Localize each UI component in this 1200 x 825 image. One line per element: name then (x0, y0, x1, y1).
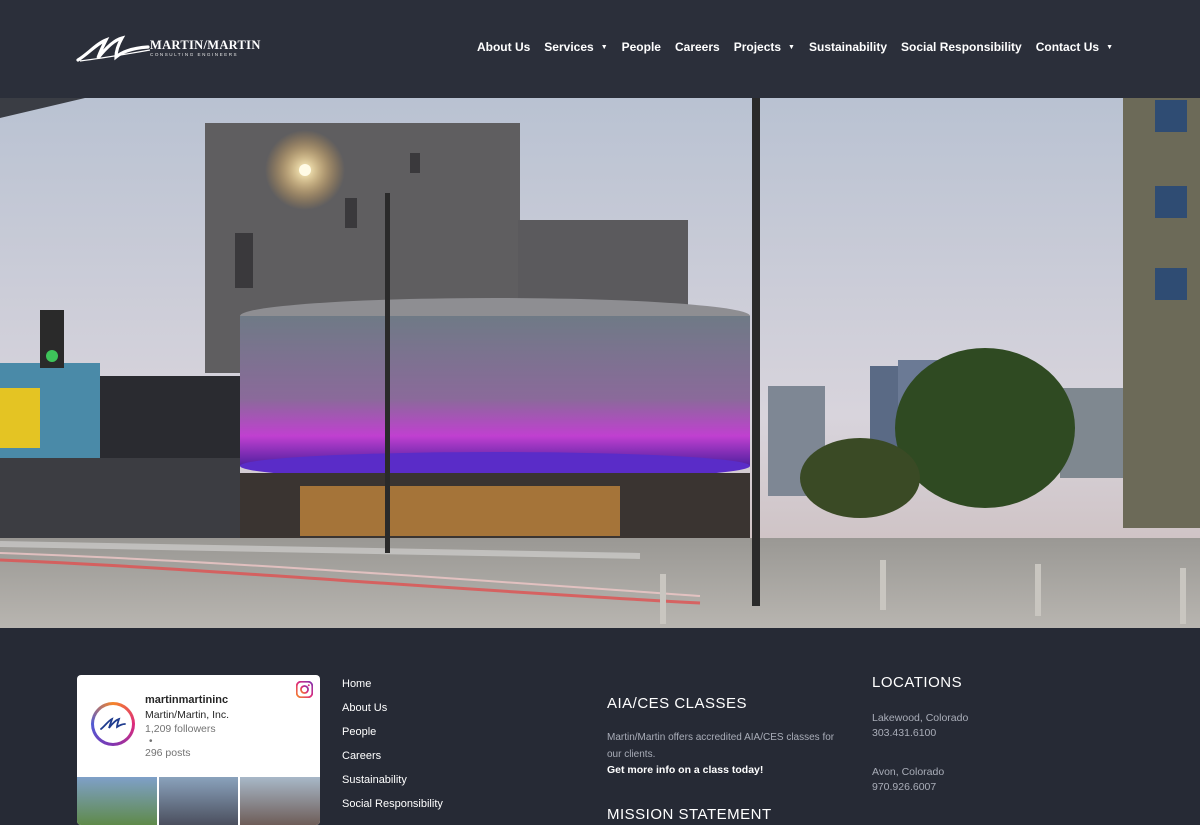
aia-section: AIA/CES CLASSES Martin/Martin offers acc… (607, 695, 847, 776)
nav-label: About Us (476, 40, 531, 54)
caret-down-icon: ▼ (1106, 43, 1113, 51)
location-phone[interactable]: 970.926.6007 (872, 781, 968, 793)
separator-dot: • (149, 736, 153, 747)
site-footer: martinmartininc Martin/Martin, Inc. 1,20… (0, 628, 1200, 825)
instagram-avatar[interactable] (91, 702, 135, 746)
caret-down-icon: ▼ (600, 43, 608, 51)
instagram-post-thumb[interactable] (240, 777, 320, 825)
instagram-handle[interactable]: martinmartininc (145, 694, 228, 706)
footer-link-people[interactable]: People (342, 725, 443, 749)
instagram-name: Martin/Martin, Inc. (145, 709, 230, 721)
location-city: Lakewood, Colorado (872, 712, 969, 724)
footer-links: Home About Us People Careers Sustainabil… (342, 677, 443, 821)
hero-image (0, 98, 1200, 628)
mission-section: MISSION STATEMENT (607, 806, 772, 823)
aia-description: Martin/Martin offers accredited AIA/CES … (607, 732, 835, 760)
instagram-thumbnails (77, 777, 320, 825)
mission-title: MISSION STATEMENT (607, 806, 772, 823)
nav-label: Projects (733, 40, 782, 54)
nav-projects[interactable]: Projects ▼ (727, 40, 802, 54)
nav-label: Careers (674, 40, 720, 54)
logo-m-mark-icon (100, 717, 126, 730)
nav-sustainability[interactable]: Sustainability (802, 40, 894, 54)
company-logo[interactable]: MARTIN/MARTIN CONSULTING ENGINEERS (76, 34, 260, 64)
logo-m-mark-icon (76, 35, 151, 62)
instagram-icon[interactable] (296, 681, 313, 698)
nav-label: Sustainability (808, 40, 888, 54)
nav-careers[interactable]: Careers (668, 40, 727, 54)
instagram-post-thumb[interactable] (77, 777, 157, 825)
logo-tagline: CONSULTING ENGINEERS (150, 52, 239, 57)
instagram-followers: 1,209 followers (145, 723, 216, 735)
footer-link-careers[interactable]: Careers (342, 749, 443, 773)
instagram-posts: 296 posts (145, 747, 191, 759)
logo-wordmark: MARTIN/MARTIN (150, 38, 261, 52)
footer-link-sustainability[interactable]: Sustainability (342, 773, 443, 797)
location-city: Avon, Colorado (872, 766, 945, 778)
nav-label: Services (544, 40, 594, 54)
nav-social-responsibility[interactable]: Social Responsibility (894, 40, 1029, 54)
footer-link-social-responsibility[interactable]: Social Responsibility (342, 797, 443, 821)
nav-services[interactable]: Services ▼ (537, 40, 614, 54)
nav-label: People (621, 40, 661, 54)
footer-link-about-us[interactable]: About Us (342, 701, 443, 725)
location-phone[interactable]: 303.431.6100 (872, 727, 968, 739)
nav-about-us[interactable]: About Us (470, 40, 537, 54)
locations-title: LOCATIONS (872, 674, 963, 691)
nav-label: Contact Us (1035, 40, 1100, 54)
aia-title: AIA/CES CLASSES (607, 695, 748, 712)
site-header: MARTIN/MARTIN CONSULTING ENGINEERS About… (0, 0, 1200, 98)
instagram-post-thumb[interactable] (158, 777, 239, 825)
nav-people[interactable]: People (615, 40, 668, 54)
nav-label: Social Responsibility (901, 40, 1022, 54)
footer-link-home[interactable]: Home (342, 677, 443, 701)
aia-info-link[interactable]: Get more info on a class today! (607, 764, 847, 776)
caret-down-icon: ▼ (788, 43, 795, 51)
nav-contact-us[interactable]: Contact Us ▼ (1029, 40, 1120, 54)
locations-section: LOCATIONS Lakewood, Colorado 303.431.610… (872, 674, 968, 793)
instagram-widget[interactable]: martinmartininc Martin/Martin, Inc. 1,20… (77, 675, 320, 825)
main-nav: About Us Services ▼ People Careers Projec… (470, 40, 1120, 54)
avatar-logo (94, 705, 132, 743)
